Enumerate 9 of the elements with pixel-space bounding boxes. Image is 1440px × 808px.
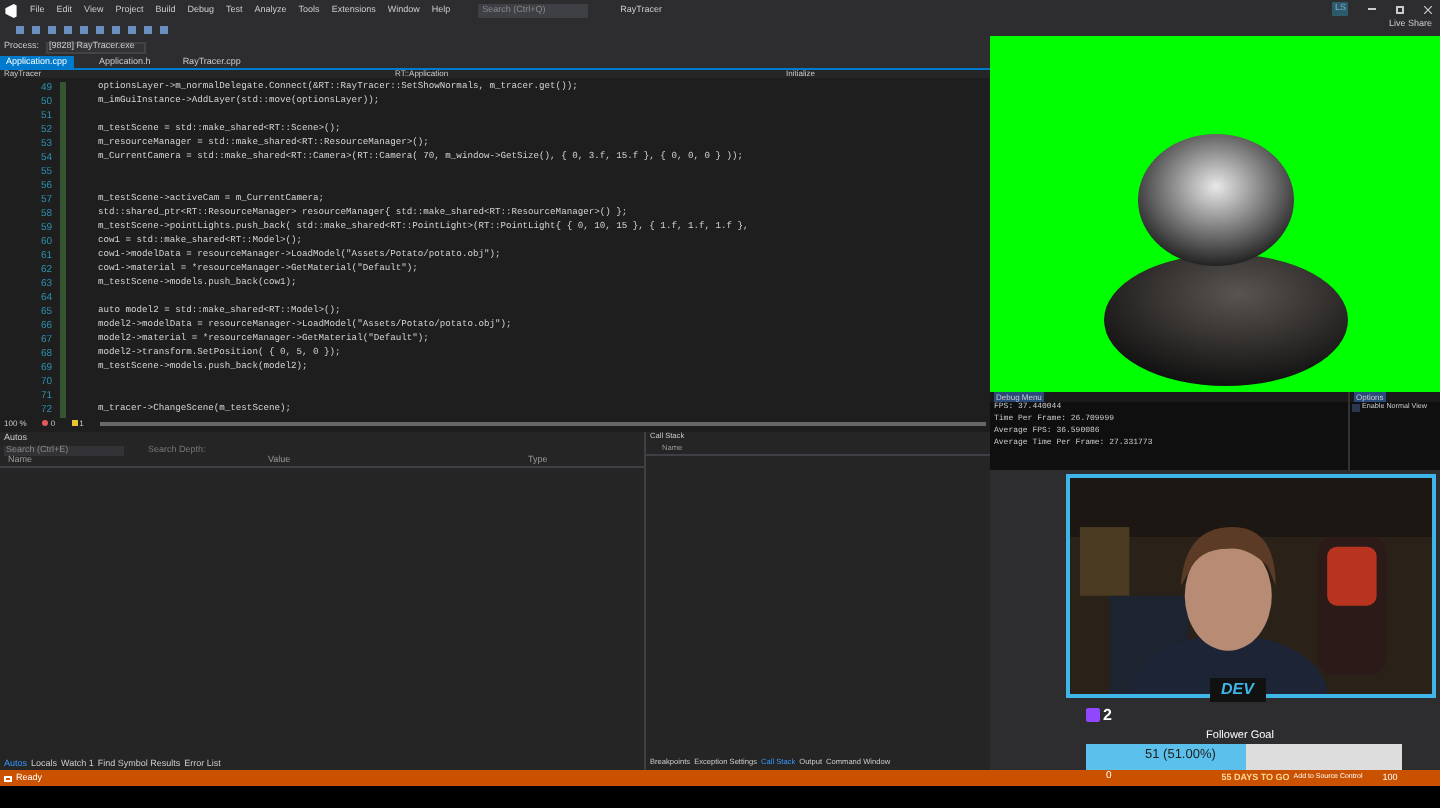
follower-count: 2	[1103, 703, 1112, 728]
horizontal-scrollbar[interactable]	[99, 421, 986, 425]
chat-icon	[1085, 708, 1099, 723]
checkbox[interactable]	[1352, 404, 1360, 412]
maximize-icon[interactable]	[1396, 5, 1404, 13]
close-icon[interactable]	[1424, 5, 1432, 13]
error-icon	[42, 420, 49, 426]
warning-icon	[71, 420, 78, 426]
status-icon	[4, 775, 12, 781]
